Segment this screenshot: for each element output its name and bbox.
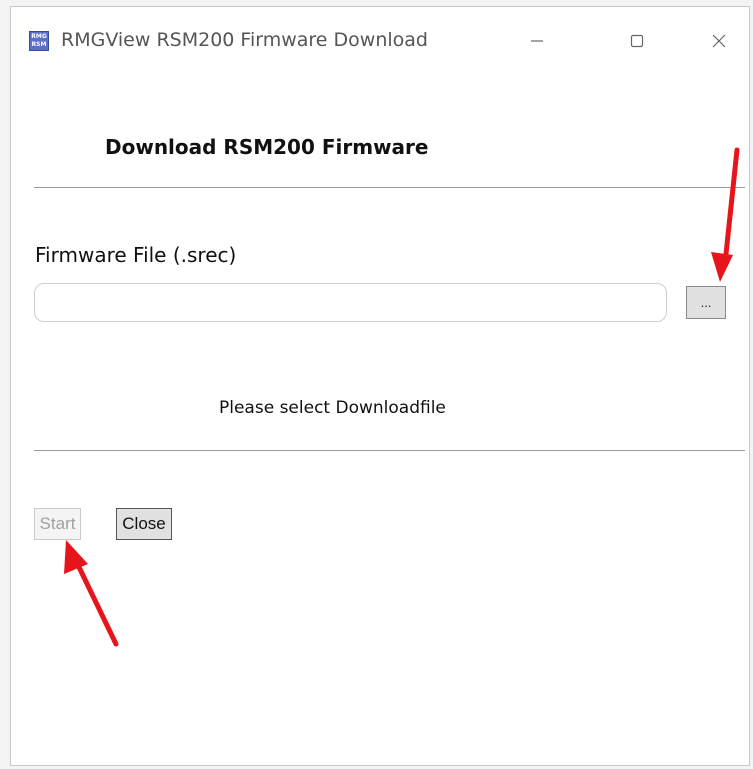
close-icon [712, 34, 726, 48]
browse-button[interactable]: ... [686, 286, 726, 319]
maximize-icon [630, 34, 644, 48]
title-bar[interactable]: RMG RSM RMGView RSM200 Firmware Download [11, 7, 749, 73]
minimize-button[interactable] [517, 25, 557, 57]
app-icon-text-bottom: RSM [31, 41, 47, 48]
page-title: Download RSM200 Firmware [105, 135, 429, 159]
app-icon-text-top: RMG [31, 33, 47, 40]
firmware-file-input[interactable] [34, 283, 667, 322]
close-window-button[interactable] [699, 25, 739, 57]
firmware-file-label: Firmware File (.srec) [35, 243, 237, 267]
start-button[interactable]: Start [34, 508, 81, 540]
close-button[interactable]: Close [116, 508, 172, 540]
bottom-divider [34, 450, 745, 451]
top-divider [34, 187, 745, 188]
window-title: RMGView RSM200 Firmware Download [61, 29, 428, 51]
firmware-download-window: RMG RSM RMGView RSM200 Firmware Download… [10, 6, 750, 766]
minimize-icon [531, 40, 543, 42]
status-message: Please select Downloadfile [219, 398, 446, 418]
maximize-button[interactable] [617, 25, 657, 57]
app-icon: RMG RSM [29, 31, 49, 51]
